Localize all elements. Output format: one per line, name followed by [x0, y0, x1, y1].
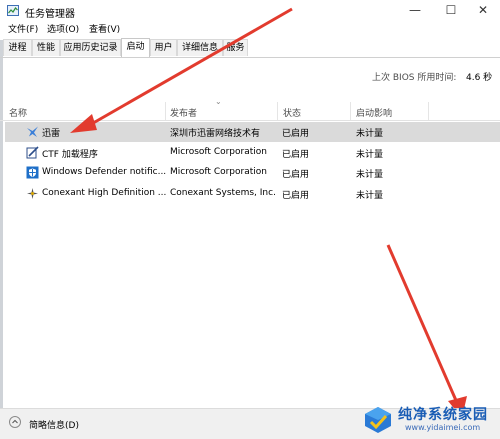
watermark-logo — [365, 407, 391, 433]
fewer-details-link[interactable]: 简略信息(D) — [29, 418, 79, 431]
watermark: 纯净系统家园 www.yidaimei.com — [358, 399, 500, 438]
watermark-url: www.yidaimei.com — [405, 423, 481, 432]
watermark-name: 纯净系统家园 — [398, 407, 488, 423]
annotation-arrows — [70, 7, 467, 418]
annotation-arrow-lower — [386, 244, 467, 418]
chevron-up-icon[interactable] — [9, 416, 21, 428]
annotation-arrow-upper — [70, 7, 293, 133]
